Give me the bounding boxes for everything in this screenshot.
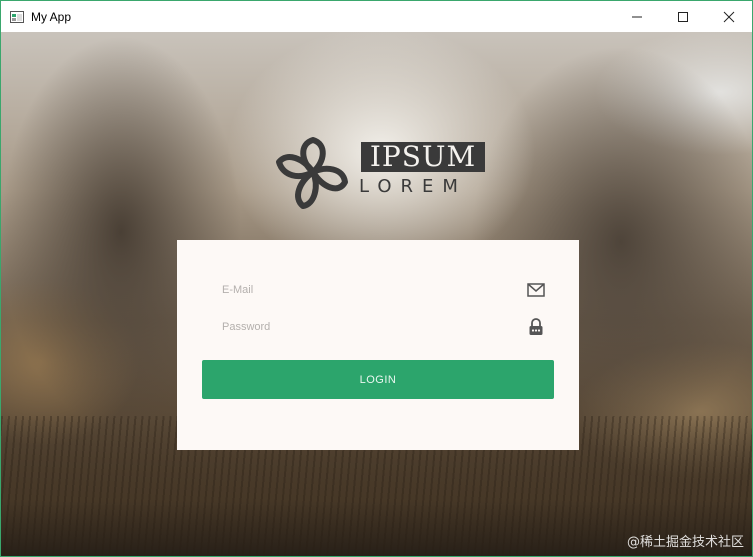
app-icon	[9, 9, 25, 25]
envelope-icon	[527, 282, 545, 298]
app-window: My App IPSUM LOREM E-Mail LOGIN @稀土掘金技术社…	[0, 0, 753, 557]
email-row	[202, 276, 554, 304]
login-button[interactable]: LOGIN	[202, 360, 554, 399]
background-scene: IPSUM LOREM E-Mail LOGIN @稀土掘金技术社区	[1, 32, 752, 556]
lock-icon	[527, 318, 545, 335]
logo-word-ipsum: IPSUM	[361, 142, 485, 172]
email-field[interactable]	[202, 284, 522, 296]
password-row	[202, 313, 554, 341]
flower-icon	[276, 137, 348, 209]
maximize-icon	[678, 11, 688, 22]
watermark: @稀土掘金技术社区	[626, 535, 744, 550]
login-card: LOGIN	[177, 240, 579, 450]
close-button[interactable]	[706, 1, 752, 32]
title-bar[interactable]: My App	[1, 1, 752, 32]
logo: IPSUM LOREM	[271, 132, 491, 212]
close-icon	[723, 11, 735, 22]
minimize-icon	[632, 16, 642, 17]
window-controls	[614, 1, 752, 32]
maximize-button[interactable]	[660, 1, 706, 32]
password-field[interactable]	[202, 321, 522, 333]
minimize-button[interactable]	[614, 1, 660, 32]
logo-word-lorem: LOREM	[359, 176, 467, 197]
window-title: My App	[31, 9, 72, 24]
